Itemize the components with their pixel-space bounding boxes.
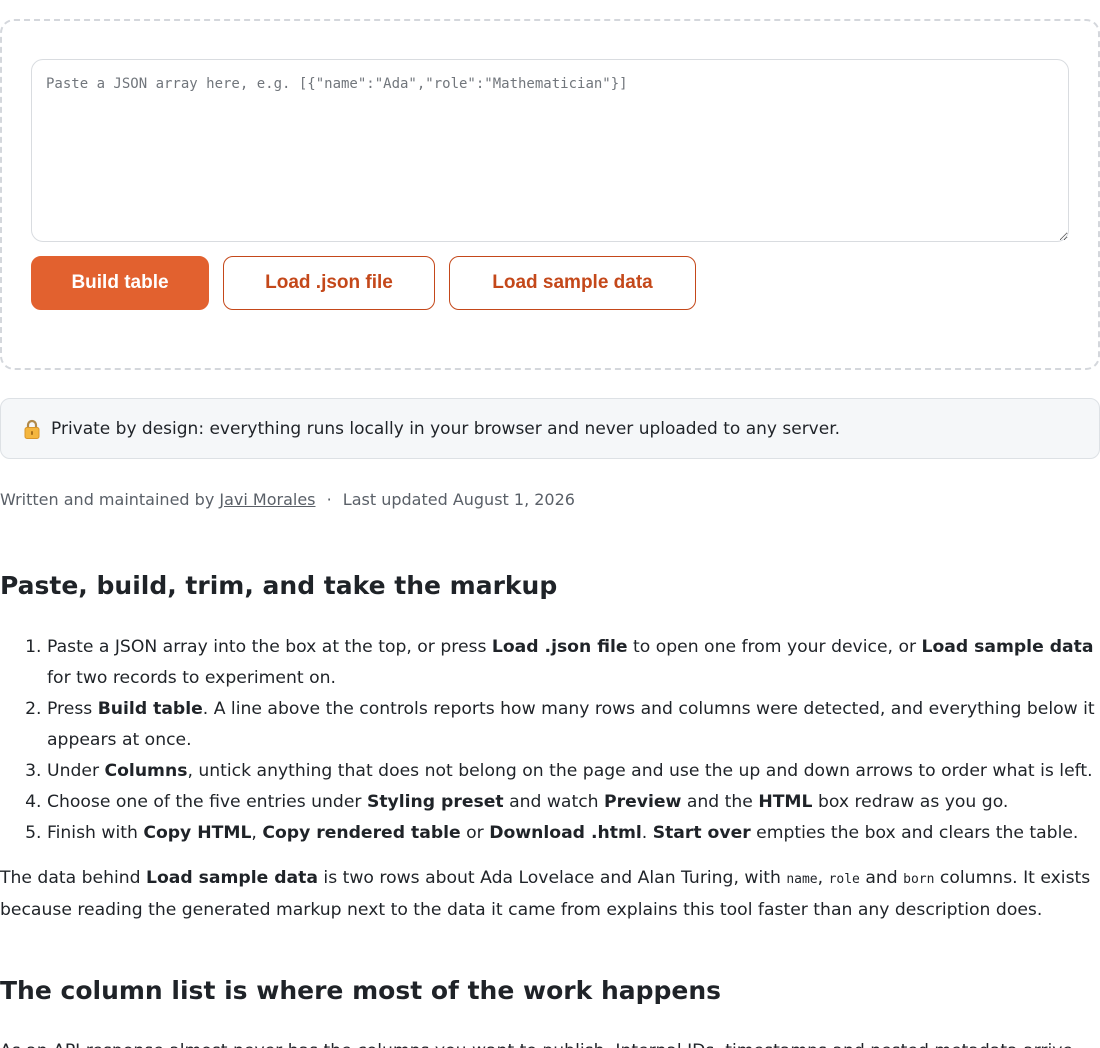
lock-icon	[23, 419, 41, 439]
build-table-button[interactable]: Build table	[31, 256, 209, 310]
section-heading-columns: The column list is where most of the wor…	[0, 976, 722, 1005]
list-item: Press Build table. A line above the cont…	[47, 694, 1100, 756]
code-role: role	[828, 872, 860, 887]
byline-separator: ·	[326, 490, 332, 509]
last-updated: Last updated August 1, 2026	[342, 490, 575, 509]
list-item: Choose one of the five entries under Sty…	[47, 787, 1100, 818]
privacy-notice: Private by design: everything runs local…	[0, 398, 1100, 459]
json-input[interactable]	[31, 59, 1069, 242]
author-link[interactable]: Javi Morales	[219, 490, 315, 509]
byline: Written and maintained by Javi Morales ·…	[0, 490, 575, 509]
code-born: born	[903, 872, 935, 887]
steps-list: Paste a JSON array into the box at the t…	[0, 632, 1100, 849]
byline-prefix: Written and maintained by	[0, 490, 215, 509]
list-item: Under Columns, untick anything that does…	[47, 756, 1100, 787]
code-name: name	[786, 872, 818, 887]
sample-data-paragraph: The data behind Load sample data is two …	[0, 868, 1091, 920]
columns-paragraph: As an API response almost never has the …	[0, 1036, 1100, 1048]
list-item: Paste a JSON array into the box at the t…	[47, 632, 1100, 694]
section-heading-usage: Paste, build, trim, and take the markup	[0, 571, 558, 600]
load-json-file-button[interactable]: Load .json file	[223, 256, 435, 310]
load-sample-data-button[interactable]: Load sample data	[449, 256, 696, 310]
privacy-text: Private by design: everything runs local…	[51, 418, 841, 439]
list-item: Finish with Copy HTML, Copy rendered tab…	[47, 818, 1100, 849]
